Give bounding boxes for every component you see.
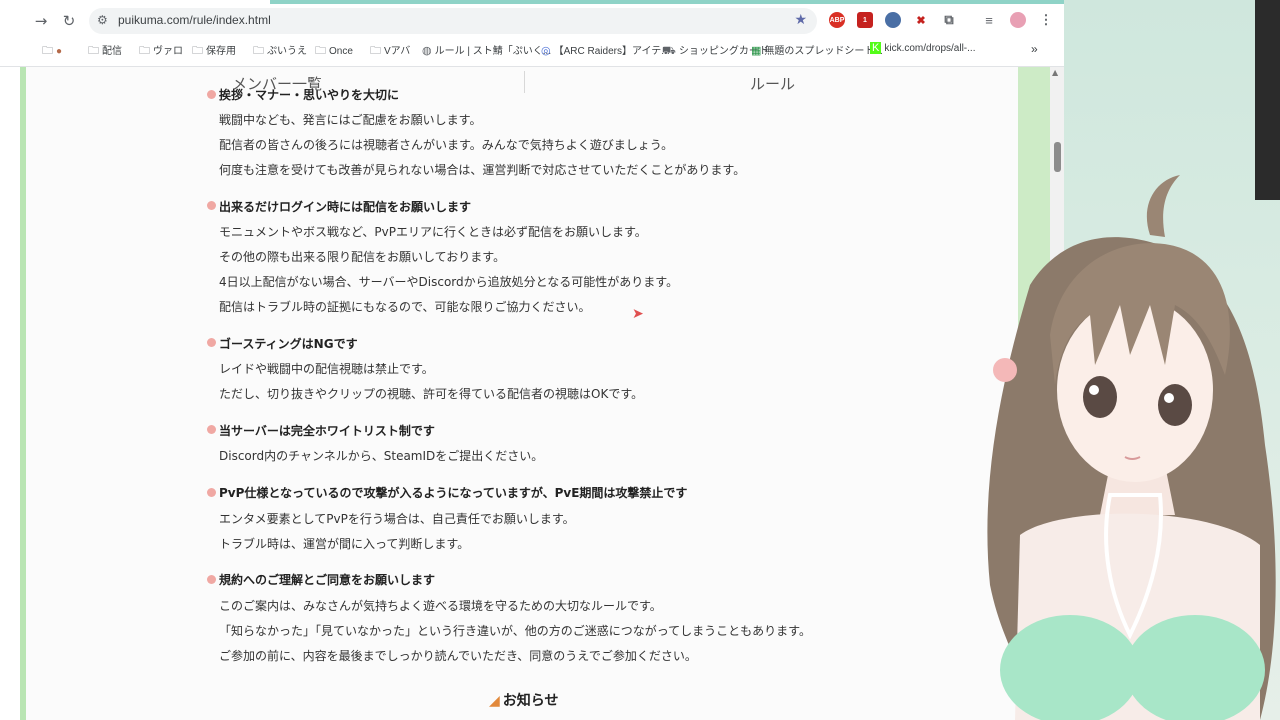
rule-title: 出来るだけログイン時には配信をお願いします — [219, 200, 472, 214]
rule-title: PvP仕様となっているので攻撃が入るようになっていますが、PvE期間は攻撃禁止で… — [219, 486, 688, 500]
extension-red-icon[interactable]: ✖ — [913, 12, 929, 28]
bear-icon: ● — [56, 46, 63, 57]
bullet-dot-icon — [207, 488, 216, 497]
tab-strip — [270, 0, 1064, 4]
bookmark-star-icon[interactable]: ★ — [794, 12, 807, 28]
rule-title: ゴースティングはNGです — [219, 337, 358, 351]
rule-line: 配信者の皆さんの後ろには視聴者さんがいます。みんなで気持ちよく遊びましょう。 — [219, 138, 674, 152]
browser-toolbar: → ↻ ⚙ puikuma.com/rule/index.html ★ ABP … — [0, 0, 1064, 67]
bookmark-label: ヴァロ — [153, 46, 183, 57]
nav-divider — [524, 71, 525, 93]
media-controls-icon[interactable]: ≡ — [981, 12, 997, 28]
rule-line: モニュメントやボス戦など、PvPエリアに行くときは必ず配信をお願いします。 — [219, 225, 647, 239]
menu-kebab-icon[interactable]: ⋮ — [1038, 12, 1054, 28]
cart-icon: ⛟ — [662, 45, 676, 57]
right-eye-highlight — [1164, 393, 1174, 403]
bookmark-folder-1[interactable]: 🗀 ● — [42, 42, 62, 61]
bookmark-folder-5[interactable]: 🗀 ぷいうえ — [253, 42, 307, 61]
bullet-dot-icon — [207, 425, 216, 434]
rule-line: レイドや戦闘中の配信視聴は禁止です。 — [219, 362, 434, 376]
folder-icon: 🗀 — [42, 45, 53, 57]
bullet-dot-icon — [207, 201, 216, 210]
url-text[interactable]: puikuma.com/rule/index.html — [118, 13, 271, 27]
forward-icon[interactable]: → — [30, 10, 52, 32]
extensions-puzzle-icon[interactable]: ⧉ — [941, 12, 957, 28]
left-eye-highlight — [1089, 385, 1099, 395]
folder-icon: 🗀 — [88, 45, 99, 57]
page-left-border — [20, 67, 26, 720]
globe-icon: ◍ — [422, 45, 432, 57]
mouse-cursor-icon: ➤ — [632, 306, 644, 322]
rule-line: トラブル時は、運営が間に入って判断します。 — [219, 537, 470, 551]
extension-badge-icon[interactable]: 1 — [857, 12, 873, 28]
rule-line: 戦闘中なども、発言にはご配慮をお願いします。 — [219, 113, 482, 127]
sheets-icon: ▦ — [751, 45, 762, 57]
outfit-left — [1000, 615, 1140, 720]
flower-accessory-icon — [993, 358, 1017, 382]
link-icon: ◎ — [541, 45, 551, 57]
bookmark-folder-2[interactable]: 🗀 配信 — [88, 42, 122, 61]
nav-rules-link[interactable]: ルール — [750, 73, 795, 94]
bookmark-label: Vアバ — [384, 46, 411, 57]
left-eye — [1083, 376, 1117, 418]
vtuber-avatar — [987, 175, 1276, 720]
folder-icon: 🗀 — [139, 45, 150, 57]
folder-icon: 🗀 — [253, 45, 264, 57]
notice-label: お知らせ — [502, 693, 559, 709]
rule-title: 当サーバーは完全ホワイトリスト制です — [219, 424, 435, 438]
folder-icon: 🗀 — [192, 45, 203, 57]
bookmark-label: ルール | スト鯖「ぷいく... — [434, 46, 552, 57]
site-nav: メンバー一覧 ルール — [26, 67, 1018, 97]
bookmark-label: ぷいうえ — [267, 46, 307, 57]
rule-line: Discord内のチャンネルから、SteamIDをご提出ください。 — [219, 449, 544, 463]
kick-icon: K — [870, 42, 882, 54]
folder-icon: 🗀 — [370, 45, 381, 57]
bookmark-folder-3[interactable]: 🗀 ヴァロ — [139, 42, 183, 61]
rule-line: 「知らなかった」「見ていなかった」という行き違いが、他の方のご迷惑につながってし… — [219, 624, 811, 638]
rule-line: このご案内は、みなさんが気持ちよく遊べる環境を守るための大切なルールです。 — [219, 599, 662, 613]
bookmark-kick[interactable]: Kkick.com/drops/all-... — [870, 42, 975, 54]
bookmark-label: 【ARC Raiders】アイテ... — [553, 46, 670, 57]
bookmark-arc-raiders[interactable]: ◎ 【ARC Raiders】アイテ... — [541, 42, 670, 57]
browser-window: → ↻ ⚙ puikuma.com/rule/index.html ★ ABP … — [0, 0, 1064, 720]
rule-title: 規約へのご理解とご同意をお願いします — [219, 573, 436, 587]
hair-ahoge — [1146, 175, 1180, 237]
bookmark-label: 無題のスプレッドシート... — [764, 46, 883, 57]
notice-heading: ◢ お知らせ — [489, 690, 559, 710]
megaphone-icon: ◢ — [489, 693, 500, 709]
rule-line: 配信はトラブル時の証拠にもなるので、可能な限りご協力ください。 — [219, 300, 591, 314]
scroll-up-arrow-icon[interactable]: ▲ — [1052, 68, 1058, 77]
adblock-extension-icon[interactable]: ABP — [829, 12, 845, 28]
bookmark-folder-6[interactable]: 🗀 Once — [315, 42, 353, 61]
reload-icon[interactable]: ↻ — [58, 10, 80, 32]
bookmark-spreadsheet[interactable]: ▦ 無題のスプレッドシート... — [751, 42, 883, 57]
site-info-icon[interactable]: ⚙ — [97, 13, 108, 27]
bookmark-label: 配信 — [102, 46, 122, 57]
outfit-right — [1125, 615, 1265, 720]
bookmark-rule-page[interactable]: ◍ ルール | スト鯖「ぷいく... — [422, 42, 551, 57]
rule-line: 何度も注意を受けても改善が見られない場合は、運営判断で対応させていただくことがあ… — [219, 163, 746, 177]
rule-line: エンタメ要素としてPvPを行う場合は、自己責任でお願いします。 — [219, 512, 575, 526]
rule-line: その他の際も出来る限り配信をお願いしております。 — [219, 250, 506, 264]
bookmark-folder-7[interactable]: 🗀 Vアバ — [370, 42, 410, 61]
address-bar[interactable]: ⚙ puikuma.com/rule/index.html ★ — [89, 8, 817, 34]
bookmark-label: Once — [329, 46, 353, 57]
bullet-dot-icon — [207, 575, 216, 584]
nav-members-link[interactable]: メンバー一覧 — [232, 73, 322, 94]
extension-globe-icon[interactable] — [885, 12, 901, 28]
profile-avatar-icon[interactable] — [1010, 12, 1026, 28]
folder-icon: 🗀 — [315, 45, 326, 57]
rule-line: 4日以上配信がない場合、サーバーやDiscordから追放処分となる可能性がありま… — [219, 275, 679, 289]
bookmark-label: 保存用 — [206, 46, 236, 57]
bookmark-folder-4[interactable]: 🗀 保存用 — [192, 42, 236, 61]
bullet-dot-icon — [207, 338, 216, 347]
right-eye — [1158, 384, 1192, 426]
rule-line: ご参加の前に、内容を最後までしっかり読んでいただき、同意のうえでご参加ください。 — [219, 649, 697, 663]
rule-line: ただし、切り抜きやクリップの視聴、許可を得ている配信者の視聴はOKです。 — [219, 387, 644, 401]
bookmarks-bar: 🗀 ● 🗀 配信 🗀 ヴァロ 🗀 保存用 🗀 ぷいうえ 🗀 Once 🗀 Vアバ ◍ ルール |… — [0, 40, 1064, 60]
bookmarks-overflow-icon[interactable]: » — [1031, 42, 1038, 56]
bookmark-label: kick.com/drops/all-... — [884, 43, 976, 54]
